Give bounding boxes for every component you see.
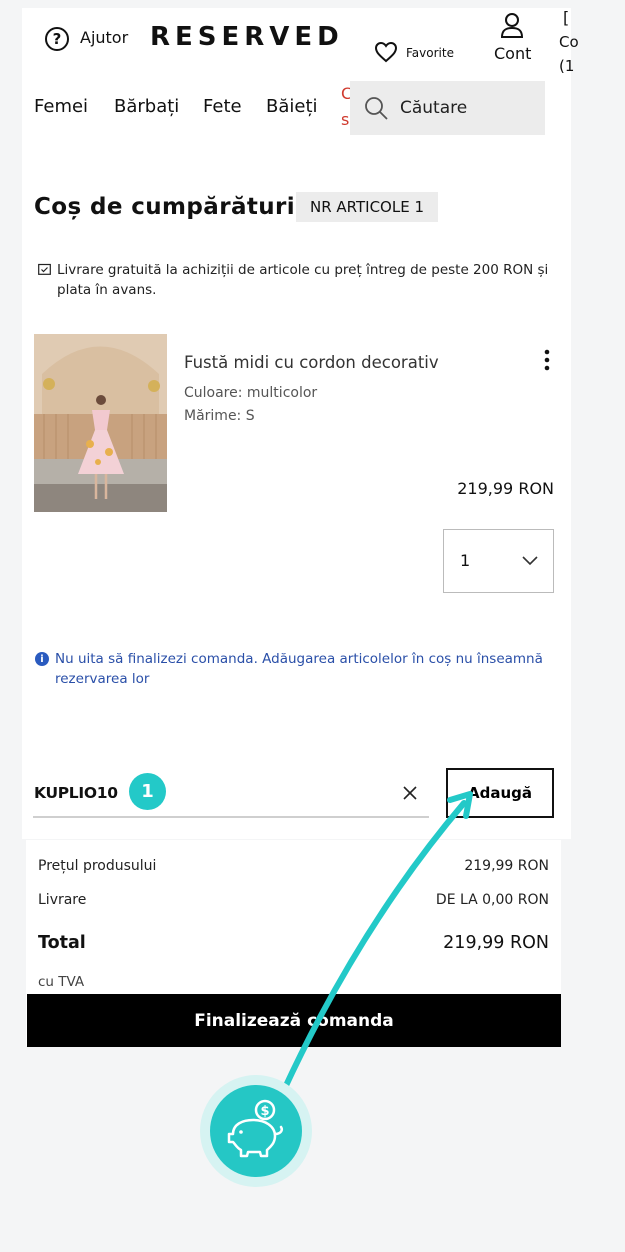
nav-item-sale-partial-2[interactable]: s [341,110,349,129]
nav-item-women[interactable]: Femei [34,96,88,117]
product-color: Culoare: multicolor [184,385,318,401]
checkout-button[interactable]: Finalizează comanda [27,994,561,1047]
help-link[interactable]: Ajutor [80,28,128,47]
calendar-check-icon [38,263,51,275]
delivery-value: DE LA 0,00 RON [435,892,549,908]
delivery-label: Livrare [38,892,87,908]
vat-label: cu TVA [38,974,85,990]
search-placeholder[interactable]: Căutare [400,98,467,118]
quantity-value: 1 [460,551,471,570]
nav-item-men[interactable]: Bărbați [114,96,179,117]
nav-item-boys[interactable]: Băieți [266,96,318,117]
page-title: Coș de cumpărături [34,194,296,220]
reservation-reminder: Nu uita să finalizezi comanda. Adăugarea… [55,651,543,687]
free-shipping-note: Livrare gratuită la achiziții de articol… [57,262,549,298]
account-link[interactable]: Cont [494,44,531,63]
item-count-badge: NR ARTICOLE 1 [296,192,438,222]
total-value: 219,99 RON [443,933,549,953]
piggy-bank-icon: $ [210,1085,302,1177]
question-circle-icon[interactable]: ? [45,27,69,51]
total-label: Total [38,933,86,953]
close-icon[interactable] [402,785,418,801]
more-vertical-icon[interactable] [540,348,554,372]
brand-logo[interactable]: RESERVED [150,22,344,52]
product-price-value: 219,99 RON [464,858,549,874]
product-image[interactable] [34,334,167,512]
svg-text:$: $ [260,1104,269,1119]
search-icon[interactable] [364,96,388,120]
product-size: Mărime: S [184,408,255,424]
user-icon[interactable] [500,12,524,38]
apply-promo-button[interactable]: Adaugă [446,768,554,818]
chevron-down-icon [522,556,538,566]
favorites-link[interactable]: Favorite [406,46,454,60]
product-price-label: Prețul produsului [38,858,157,874]
cart-link-partial[interactable]: Co [559,33,579,51]
product-name[interactable]: Fustă midi cu cordon decorativ [184,353,439,372]
heart-icon[interactable] [374,41,398,63]
piggy-bank-badge: $ [200,1075,312,1187]
step-number-badge: 1 [129,773,166,810]
product-price: 219,99 RON [457,479,554,498]
promo-code-input[interactable]: KUPLIO10 [34,784,118,802]
promo-input-underline [33,816,429,818]
cart-count-partial[interactable]: (1 [559,57,574,75]
info-icon: i [35,652,49,666]
nav-item-girls[interactable]: Fete [203,96,242,117]
bag-icon[interactable]: [ [563,8,569,27]
quantity-select[interactable]: 1 [443,529,554,593]
